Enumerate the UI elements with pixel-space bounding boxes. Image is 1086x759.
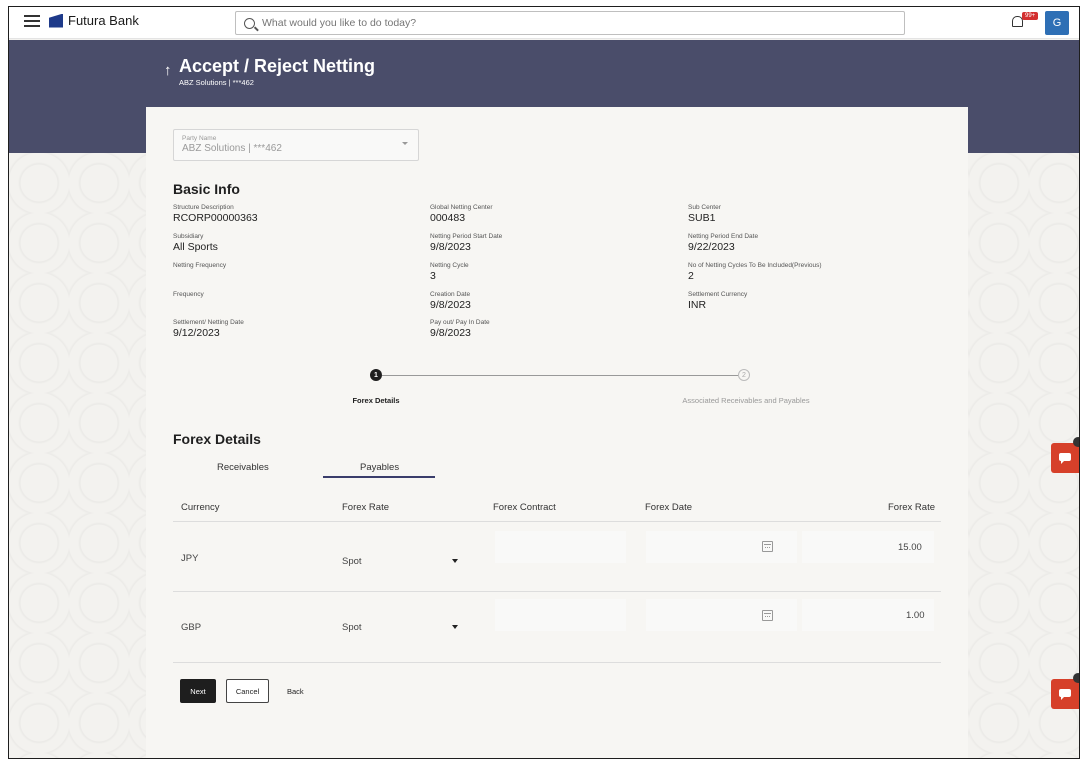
chevron-down-icon[interactable] xyxy=(452,625,458,629)
chevron-down-icon[interactable] xyxy=(452,559,458,563)
info-value: 2 xyxy=(688,270,694,282)
info-value: 9/12/2023 xyxy=(173,327,220,339)
step-2-indicator[interactable]: 2 xyxy=(738,369,750,381)
column-header-forex-rate: Forex Rate xyxy=(888,502,935,513)
rate-type-select[interactable]: Spot xyxy=(342,622,362,633)
forex-rate-value: 1.00 xyxy=(906,610,925,621)
table-divider xyxy=(173,521,941,522)
info-label: Netting Cycle xyxy=(430,262,469,269)
info-label: Global Netting Center xyxy=(430,204,493,211)
party-name-value: ABZ Solutions | ***462 xyxy=(182,143,282,154)
forex-rate-value: 15.00 xyxy=(898,542,922,553)
party-name-label: Party Name xyxy=(182,135,217,142)
info-label: Frequency xyxy=(173,291,204,298)
step-1-indicator[interactable]: 1 xyxy=(370,369,382,381)
page-subtitle: ABZ Solutions | ***462 xyxy=(179,78,254,87)
menu-icon[interactable] xyxy=(24,15,40,29)
bank-logo-icon xyxy=(49,13,63,28)
chat-icon xyxy=(1059,689,1071,700)
basic-info-title: Basic Info xyxy=(173,181,240,197)
rate-type-select[interactable]: Spot xyxy=(342,556,362,567)
info-label: Sub Center xyxy=(688,204,721,211)
info-value: 9/22/2023 xyxy=(688,241,735,253)
notification-badge: 99+ xyxy=(1022,12,1039,20)
forex-contract-input[interactable] xyxy=(495,531,626,563)
cancel-button[interactable]: Cancel xyxy=(226,679,269,703)
info-label: Netting Frequency xyxy=(173,262,227,269)
info-value: 3 xyxy=(430,270,436,282)
info-value: 000483 xyxy=(430,212,466,224)
info-label: Creation Date xyxy=(430,291,471,298)
info-value: 9/8/2023 xyxy=(430,299,471,311)
info-value: 9/8/2023 xyxy=(430,327,471,339)
main-card: Party Name ABZ Solutions | ***462 Basic … xyxy=(146,107,968,758)
tab-payables[interactable]: Payables xyxy=(360,462,399,473)
back-arrow-icon[interactable]: ↑ xyxy=(164,62,172,79)
active-tab-indicator xyxy=(323,476,435,478)
info-value: INR xyxy=(688,299,707,311)
top-bar: Futura Bank 99+ G xyxy=(9,7,1079,39)
forex-details-title: Forex Details xyxy=(173,431,261,447)
info-label: Settlement/ Netting Date xyxy=(173,319,244,326)
column-header-forex-contract: Forex Contract xyxy=(493,502,556,513)
brand-name: Futura Bank xyxy=(68,13,139,28)
page-title: Accept / Reject Netting xyxy=(179,56,376,76)
step-1-label: Forex Details xyxy=(352,396,400,405)
chat-widget[interactable] xyxy=(1051,437,1079,473)
chevron-down-icon xyxy=(402,142,408,145)
forex-contract-input[interactable] xyxy=(495,599,626,631)
app-window: Futura Bank 99+ G ↑ Accept / Reject Nett… xyxy=(8,6,1080,759)
step-2-label: Associated Receivables and Payables xyxy=(682,396,810,405)
search-icon xyxy=(244,17,255,29)
stepper-line xyxy=(382,375,738,376)
info-label: No of Netting Cycles To Be Included(Prev… xyxy=(688,262,822,269)
column-header-forex-date: Forex Date xyxy=(645,502,692,513)
calendar-icon[interactable] xyxy=(762,541,773,552)
info-label: Structure Description xyxy=(173,204,234,211)
column-header-currency: Currency xyxy=(181,502,220,513)
forex-date-input[interactable] xyxy=(646,531,797,563)
chat-notification-dot xyxy=(1073,673,1079,683)
info-label: Netting Period End Date xyxy=(688,233,759,240)
currency-cell: JPY xyxy=(181,553,199,564)
info-label: Settlement Currency xyxy=(688,291,748,298)
brand[interactable]: Futura Bank xyxy=(49,13,139,28)
chat-widget[interactable] xyxy=(1051,673,1079,709)
forex-date-input[interactable] xyxy=(646,599,797,631)
info-value: RCORP00000363 xyxy=(173,212,258,224)
info-value: All Sports xyxy=(173,241,218,253)
info-label: Netting Period Start Date xyxy=(430,233,503,240)
user-avatar[interactable]: G xyxy=(1045,11,1069,35)
chat-icon xyxy=(1059,453,1071,464)
table-divider xyxy=(173,662,941,663)
currency-cell: GBP xyxy=(181,622,202,633)
search-bar[interactable] xyxy=(235,11,905,35)
info-value: 9/8/2023 xyxy=(430,241,471,253)
back-button[interactable]: Back xyxy=(287,679,304,703)
tab-receivables[interactable]: Receivables xyxy=(217,462,269,473)
next-button[interactable]: Next xyxy=(180,679,216,703)
party-name-select[interactable]: Party Name ABZ Solutions | ***462 xyxy=(173,129,419,161)
search-input[interactable] xyxy=(262,17,862,29)
table-divider xyxy=(173,591,941,592)
column-header-forex-rate-type: Forex Rate xyxy=(342,502,389,513)
calendar-icon[interactable] xyxy=(762,610,773,621)
info-label: Subsidiary xyxy=(173,233,204,240)
info-value: SUB1 xyxy=(688,212,716,224)
chat-notification-dot xyxy=(1073,437,1079,447)
info-label: Pay out/ Pay In Date xyxy=(430,319,490,326)
